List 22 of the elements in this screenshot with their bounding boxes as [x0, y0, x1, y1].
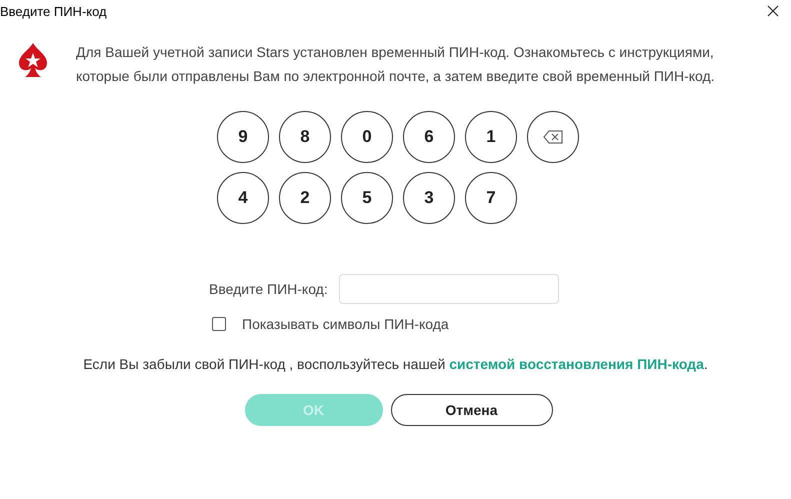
pin-label: Введите ПИН-код: [209, 281, 328, 297]
checkbox[interactable] [212, 317, 226, 331]
window-title: Введите ПИН-код [0, 4, 107, 18]
checkbox-label: Показывать символы ПИН-кода [242, 316, 449, 332]
pin-input-field[interactable] [338, 274, 559, 304]
digit-key[interactable]: 9 [217, 111, 269, 163]
cancel-button[interactable]: Отмена [390, 394, 552, 426]
digit-key[interactable]: 7 [465, 172, 517, 224]
recovery-text: Если Вы забыли свой ПИН-код , воспользуйтесь нашей системой восстановления ПИН-кода. [82, 356, 709, 372]
digit-key[interactable]: 6 [403, 111, 455, 163]
digit-key[interactable]: 4 [217, 172, 269, 224]
backspace-key[interactable] [527, 111, 579, 163]
spade-star-icon [18, 42, 48, 78]
close-icon[interactable] [767, 5, 779, 17]
digit-key[interactable]: 8 [279, 111, 331, 163]
digit-key[interactable]: 2 [279, 172, 331, 224]
digit-key[interactable]: 3 [403, 172, 455, 224]
digit-key[interactable]: 1 [465, 111, 517, 163]
instruction-text: Для Вашей учетной записи Stars установлен временный ПИН-код. Ознакомьтесь с инструкциями, которые были отправлены Вам по электронной почте, а затем введите свой временный ПИН-код. [76, 43, 716, 86]
backspace-icon [543, 130, 563, 144]
digit-key[interactable]: 0 [341, 111, 393, 163]
digit-key[interactable]: 5 [341, 172, 393, 224]
